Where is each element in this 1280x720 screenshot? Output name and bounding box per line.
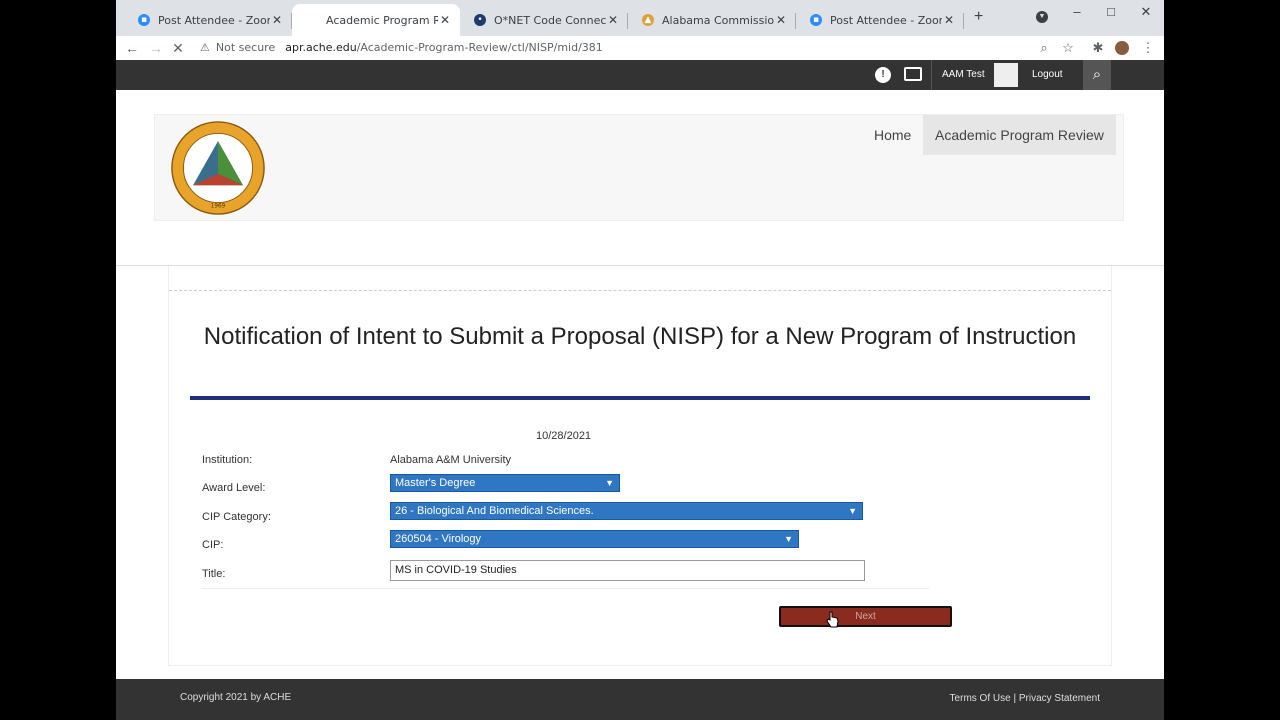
tab-zoom-2[interactable]: ▪ Post Attendee - Zoom ✕ xyxy=(796,4,964,36)
site-footer: Copyright 2021 by ACHE Terms Of Use | Pr… xyxy=(116,679,1164,720)
zoom-icon[interactable]: ⌕ xyxy=(1034,38,1054,58)
close-icon[interactable]: ✕ xyxy=(774,13,788,27)
tab-label: Post Attendee - Zoom xyxy=(158,13,270,27)
page-title: Notification of Intent to Submit a Propo… xyxy=(203,323,1077,350)
onet-icon: • xyxy=(474,14,486,26)
window-close-icon[interactable]: ✕ xyxy=(1129,0,1163,24)
cip-value: 260504 - Virology xyxy=(395,533,482,545)
back-icon[interactable]: ← xyxy=(122,38,142,58)
ache-seal-logo[interactable]: 1969 xyxy=(170,120,266,216)
stop-loading-icon[interactable]: ✕ xyxy=(168,38,188,58)
tab-academic-program-review[interactable]: Academic Program Review ✕ xyxy=(292,4,460,36)
user-avatar[interactable] xyxy=(994,63,1018,87)
warning-icon[interactable]: ⚠ xyxy=(200,38,210,58)
tab-search-icon[interactable]: ▼ xyxy=(1036,11,1048,23)
forward-icon[interactable]: → xyxy=(146,38,166,58)
cip-select[interactable]: 260504 - Virology ▼ xyxy=(390,530,799,548)
award-level-select[interactable]: Master's Degree ▼ xyxy=(390,474,620,492)
tab-label: Alabama Commission on High xyxy=(662,13,774,27)
chevron-down-icon: ▼ xyxy=(784,534,793,544)
title-rule xyxy=(190,396,1090,400)
security-label[interactable]: Not secure xyxy=(216,38,275,58)
award-level-value: Master's Degree xyxy=(395,477,476,489)
tab-label: Academic Program Review xyxy=(326,13,438,27)
form-date: 10/28/2021 xyxy=(536,430,592,442)
institution-value: Alabama A&M University xyxy=(390,454,512,466)
url-field[interactable]: ⚠ Not secure apr.ache.edu/Academic-Progr… xyxy=(200,38,1040,58)
copyright-text: Copyright 2021 by ACHE xyxy=(180,692,292,703)
chevron-down-icon: ▼ xyxy=(848,506,857,516)
title-input[interactable]: MS in COVID-19 Studies xyxy=(390,560,865,581)
minimize-icon[interactable]: – xyxy=(1060,0,1094,24)
terms-link[interactable]: Terms Of Use xyxy=(950,693,1011,704)
form-divider xyxy=(202,588,929,589)
close-icon[interactable]: ✕ xyxy=(606,13,620,27)
main-content: Notification of Intent to Submit a Propo… xyxy=(168,266,1112,666)
hand-cursor-icon xyxy=(826,611,839,628)
privacy-link[interactable]: Privacy Statement xyxy=(1019,693,1100,704)
cip-label: CIP: xyxy=(202,539,224,551)
profile-avatar[interactable] xyxy=(1115,41,1129,55)
bookmark-star-icon[interactable]: ☆ xyxy=(1058,38,1078,58)
address-bar: ← → ✕ ⚠ Not secure apr.ache.edu/Academic… xyxy=(116,36,1164,61)
zoom-icon: ▪ xyxy=(810,14,822,26)
cip-category-value: 26 - Biological And Biomedical Sciences. xyxy=(395,505,594,517)
cip-category-select[interactable]: 26 - Biological And Biomedical Sciences.… xyxy=(390,502,863,520)
divider xyxy=(169,290,1111,291)
zoom-icon: ▪ xyxy=(138,14,150,26)
cip-category-label: CIP Category: xyxy=(202,511,271,523)
tab-bar: ▪ Post Attendee - Zoom ✕ Academic Progra… xyxy=(116,0,1164,36)
nav-home[interactable]: Home xyxy=(860,115,925,155)
url-path: /Academic-Program-Review/ctl/NISP/mid/38… xyxy=(356,41,603,54)
next-button[interactable]: Next xyxy=(779,606,952,627)
title-label: Title: xyxy=(202,568,226,580)
tab-label: O*NET Code Connector - Job xyxy=(494,13,606,27)
tab-zoom-1[interactable]: ▪ Post Attendee - Zoom ✕ xyxy=(124,4,292,36)
ache-icon: ▲ xyxy=(642,14,654,26)
more-menu-icon[interactable]: ⋮ xyxy=(1138,38,1158,58)
tab-onet[interactable]: • O*NET Code Connector - Job ✕ xyxy=(460,4,628,36)
page-icon xyxy=(306,14,318,26)
close-icon[interactable]: ✕ xyxy=(270,13,284,27)
search-icon[interactable]: ⌕ xyxy=(1083,60,1111,90)
footer-separator: | xyxy=(1013,693,1017,704)
site-header: 1969 Home Academic Program Review xyxy=(116,90,1164,266)
logout-link[interactable]: Logout xyxy=(1032,60,1063,90)
new-tab-icon[interactable]: + xyxy=(974,8,983,26)
logo-year: 1969 xyxy=(211,203,226,209)
user-name-link[interactable]: AAM Test xyxy=(942,60,985,90)
nav-academic-program-review[interactable]: Academic Program Review xyxy=(923,115,1116,155)
header-panel: 1969 Home Academic Program Review xyxy=(154,114,1124,221)
site-top-bar: ! AAM Test Logout ⌕ xyxy=(116,60,1164,90)
notifications-icon[interactable]: ! xyxy=(875,67,891,83)
chevron-down-icon: ▼ xyxy=(605,478,614,488)
messages-icon[interactable] xyxy=(904,67,922,81)
tab-label: Post Attendee - Zoom xyxy=(830,13,942,27)
extensions-icon[interactable]: ✱ xyxy=(1088,38,1108,58)
tab-ache[interactable]: ▲ Alabama Commission on High ✕ xyxy=(628,4,796,36)
maximize-icon[interactable]: □ xyxy=(1094,0,1128,24)
url-host: apr.ache.edu xyxy=(285,41,357,54)
footer-links: Terms Of Use | Privacy Statement xyxy=(950,693,1100,704)
close-icon[interactable]: ✕ xyxy=(942,13,956,27)
institution-label: Institution: xyxy=(202,454,253,466)
close-icon[interactable]: ✕ xyxy=(438,13,452,27)
award-level-label: Award Level: xyxy=(202,482,266,494)
browser-window: ▪ Post Attendee - Zoom ✕ Academic Progra… xyxy=(116,0,1164,720)
